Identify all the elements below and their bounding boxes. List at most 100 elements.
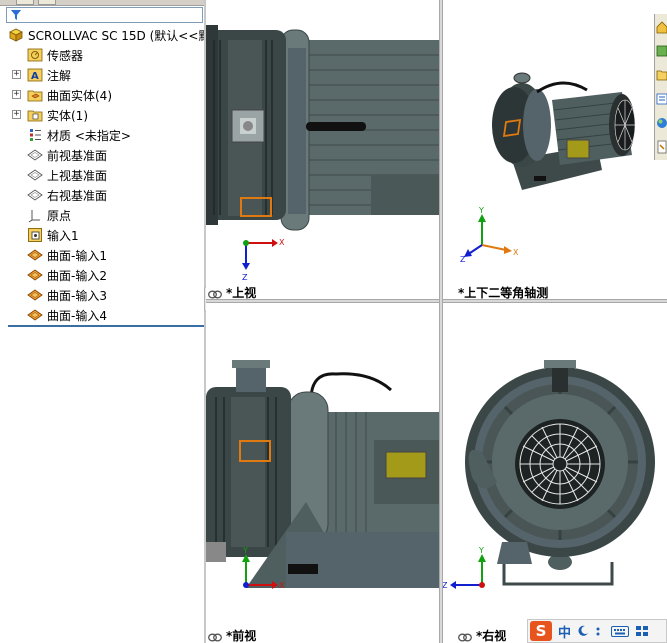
tree-item[interactable]: 曲面-输入1 bbox=[27, 245, 107, 265]
tree-expander[interactable]: + bbox=[12, 110, 21, 119]
home-icon[interactable] bbox=[656, 18, 667, 38]
sensor-icon bbox=[27, 47, 43, 63]
tree-item-label: 曲面-输入3 bbox=[47, 288, 107, 303]
axis-x-label: X bbox=[513, 248, 519, 257]
view-link-icon bbox=[208, 288, 222, 299]
axis-triad bbox=[242, 239, 278, 270]
viewport-top-name: *上视 bbox=[226, 286, 257, 300]
right-view-model: Y Z bbox=[442, 360, 655, 590]
imported-surface-icon bbox=[27, 287, 43, 303]
tree-root-part[interactable]: SCROLLVAC SC 15D (默认<<默 bbox=[8, 25, 210, 45]
annotation-icon: A bbox=[27, 67, 43, 83]
tree-root-label: SCROLLVAC SC 15D (默认<<默 bbox=[28, 28, 211, 43]
front-view-model: Y X bbox=[206, 360, 440, 590]
solidworks-window: SCROLLVAC SC 15D (默认<<默 传感器 + A 注解 + 曲面实体(4) +… bbox=[0, 0, 667, 643]
tree-item[interactable]: 输入1 bbox=[27, 225, 79, 245]
appearances-icon[interactable] bbox=[656, 114, 667, 134]
view-palette-icon[interactable] bbox=[656, 90, 667, 110]
tree-item-label: 曲面-输入2 bbox=[47, 268, 107, 283]
tree-item[interactable]: 曲面实体(4) bbox=[27, 85, 112, 105]
axis-triad bbox=[450, 554, 486, 589]
custom-properties-icon[interactable] bbox=[656, 138, 667, 158]
design-library-icon[interactable] bbox=[656, 42, 667, 62]
viewport-isometric[interactable]: Y X Z *上下二等角轴测 bbox=[442, 0, 667, 300]
ime-mode-toggle[interactable]: 中 bbox=[558, 622, 571, 641]
tree-item-label: 注解 bbox=[47, 68, 72, 83]
viewport-right-label: *右视 bbox=[458, 627, 506, 643]
viewport-splitter-vertical[interactable] bbox=[439, 0, 443, 643]
tree-item-label: 前视基准面 bbox=[47, 148, 108, 163]
tree-filter-input[interactable] bbox=[6, 7, 203, 23]
viewport-top[interactable]: X Z *上视 bbox=[206, 0, 440, 300]
tree-item[interactable]: 右视基准面 bbox=[27, 185, 107, 205]
imported-surface-icon bbox=[27, 247, 43, 263]
axis-x-label: X bbox=[279, 581, 285, 590]
tree-item[interactable]: 前视基准面 bbox=[27, 145, 107, 165]
ime-toolbar[interactable]: S 中 bbox=[527, 619, 667, 643]
sogou-logo: S bbox=[530, 621, 552, 641]
tree-item-label: 上视基准面 bbox=[47, 168, 108, 183]
tree-item-label: 曲面-输入4 bbox=[47, 308, 107, 323]
part-icon bbox=[8, 27, 24, 43]
viewport-front[interactable]: Y X *前视 bbox=[206, 302, 440, 643]
plane-icon bbox=[27, 187, 43, 203]
origin-icon bbox=[27, 207, 43, 223]
tree-item[interactable]: 实体(1) bbox=[27, 105, 88, 125]
punctuation-icon[interactable] bbox=[595, 622, 605, 641]
imported-surface-icon bbox=[27, 267, 43, 283]
ime-menu-icon[interactable] bbox=[635, 622, 649, 641]
iso-view-model: Y X Z bbox=[460, 72, 636, 264]
axis-triad bbox=[464, 214, 512, 257]
plane-icon bbox=[27, 167, 43, 183]
filter-funnel-icon bbox=[11, 10, 21, 20]
tree-item[interactable]: 曲面-输入4 bbox=[27, 305, 107, 325]
view-link-icon bbox=[458, 631, 472, 642]
tree-item[interactable]: 曲面-输入3 bbox=[27, 285, 107, 305]
surface-bodies-folder-icon bbox=[27, 87, 43, 103]
tree-item-label: 实体(1) bbox=[47, 108, 88, 123]
axis-z-label: Z bbox=[242, 273, 248, 282]
top-view-model: X Z bbox=[206, 25, 440, 282]
tree-item-label: 右视基准面 bbox=[47, 188, 108, 203]
tree-item-label: 传感器 bbox=[47, 48, 84, 63]
tree-item[interactable]: 曲面-输入2 bbox=[27, 265, 107, 285]
file-explorer-icon[interactable] bbox=[656, 66, 667, 86]
imported-surface-icon bbox=[27, 307, 43, 323]
material-icon bbox=[27, 127, 43, 143]
viewport-right[interactable]: Y Z *右视 bbox=[442, 302, 667, 643]
tree-item[interactable]: 材质 <未指定> bbox=[27, 125, 131, 145]
tree-end-marker bbox=[8, 325, 204, 327]
tree-tab[interactable] bbox=[16, 0, 34, 5]
moon-icon[interactable] bbox=[577, 622, 589, 641]
viewport-iso-label: *上下二等角轴测 bbox=[458, 284, 548, 300]
tree-tab-strip bbox=[0, 0, 205, 6]
tree-item[interactable]: 上视基准面 bbox=[27, 165, 107, 185]
viewport-right-name: *右视 bbox=[476, 629, 507, 643]
task-pane-tabs bbox=[654, 14, 667, 160]
tree-expander[interactable]: + bbox=[12, 90, 21, 99]
tree-item-label: 曲面-输入1 bbox=[47, 248, 107, 263]
tree-item-label: 曲面实体(4) bbox=[47, 88, 112, 103]
tree-item[interactable]: 传感器 bbox=[27, 45, 83, 65]
view-link-icon bbox=[208, 631, 222, 642]
tree-expander[interactable]: + bbox=[12, 70, 21, 79]
viewport-splitter-horizontal[interactable] bbox=[206, 299, 667, 303]
axis-y-label: Y bbox=[478, 546, 484, 555]
tree-tab[interactable] bbox=[38, 0, 56, 5]
plane-icon bbox=[27, 147, 43, 163]
axis-x-label: X bbox=[279, 238, 285, 247]
viewport-front-name: *前视 bbox=[226, 629, 257, 643]
axis-z-label: Z bbox=[460, 255, 466, 264]
tree-item[interactable]: 原点 bbox=[27, 205, 71, 225]
imported-body-icon bbox=[27, 227, 43, 243]
axis-y-label: Y bbox=[242, 546, 248, 555]
viewport-iso-name: *上下二等角轴测 bbox=[458, 286, 549, 300]
svg-text:A: A bbox=[31, 71, 39, 82]
tree-item-label: 原点 bbox=[47, 208, 72, 223]
viewport-front-label: *前视 bbox=[208, 627, 256, 643]
feature-manager-tree: SCROLLVAC SC 15D (默认<<默 传感器 + A 注解 + 曲面实体(4) +… bbox=[0, 0, 210, 643]
axis-y-label: Y bbox=[478, 206, 484, 215]
tree-item[interactable]: A 注解 bbox=[27, 65, 71, 85]
keyboard-icon[interactable] bbox=[611, 622, 630, 641]
tree-item-label: 输入1 bbox=[47, 228, 79, 243]
